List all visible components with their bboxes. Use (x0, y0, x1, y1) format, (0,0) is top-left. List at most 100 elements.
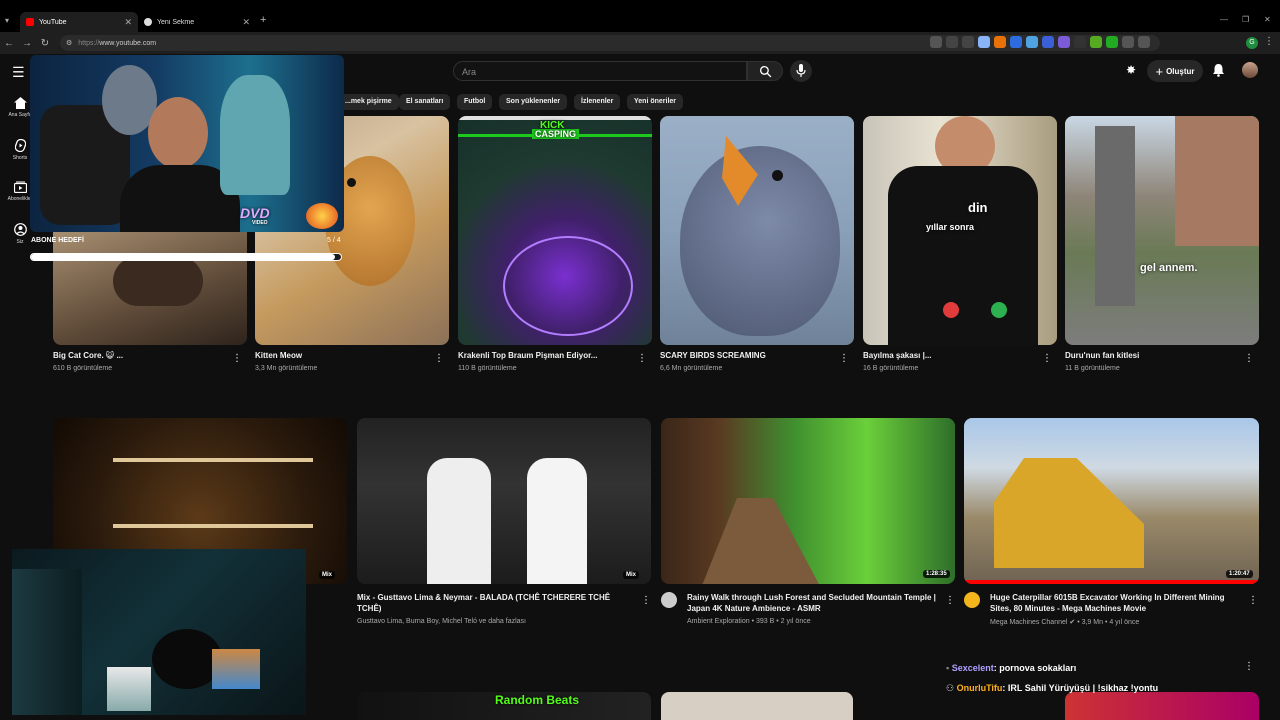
cat-face-shape (113, 256, 203, 306)
decline-call-icon (943, 302, 959, 318)
search-input[interactable]: Ara (453, 61, 747, 81)
more-options-icon[interactable]: ⋮ (945, 595, 955, 606)
extension-icon[interactable] (1042, 36, 1054, 48)
more-options-icon[interactable]: ⋮ (1244, 661, 1254, 672)
video-title[interactable]: Krakenli Top Braum Pişman Ediyor... (458, 350, 628, 361)
more-options-icon[interactable]: ⋮ (641, 595, 651, 606)
channel-avatar[interactable] (661, 592, 677, 608)
video-title[interactable]: Bayılma şakası |... (863, 350, 1033, 361)
video-thumbnail[interactable]: gel annem. (1065, 116, 1259, 345)
voice-search-button[interactable] (790, 60, 812, 82)
browser-profile-icon[interactable]: G (1246, 37, 1258, 49)
video-title[interactable]: Kitten Meow (255, 350, 425, 361)
channel-avatar[interactable] (964, 592, 980, 608)
extension-icon[interactable] (1010, 36, 1022, 48)
minimize-icon[interactable]: — (1220, 15, 1228, 24)
window-close-icon[interactable]: ✕ (1264, 15, 1271, 24)
video-thumbnail[interactable]: Random Beats (357, 692, 651, 720)
eye-icon[interactable] (962, 36, 974, 48)
hamburger-menu-icon[interactable]: ☰ (12, 64, 25, 81)
site-info-icon[interactable]: ⚙ (66, 39, 72, 47)
more-options-icon[interactable]: ⋮ (1042, 353, 1052, 364)
more-options-icon[interactable]: ⋮ (637, 353, 647, 364)
watch-progress-bar (964, 580, 1259, 584)
cast-icon[interactable] (946, 36, 958, 48)
close-tab-icon[interactable]: ✕ (242, 17, 250, 28)
notifications-bell-icon[interactable] (1212, 63, 1225, 82)
bookmark-star-icon[interactable] (978, 36, 990, 48)
excavator-shape (994, 458, 1144, 568)
cast-upload-icon[interactable]: ✸ (1126, 63, 1136, 77)
extension-icon[interactable] (1058, 36, 1070, 48)
streamer-face-shape (148, 97, 208, 169)
subscriber-goal-bar (30, 253, 342, 261)
create-button[interactable]: + Oluştur (1147, 60, 1203, 82)
extension-icon[interactable] (1106, 36, 1118, 48)
zoom-icon[interactable] (930, 36, 942, 48)
home-icon (13, 97, 27, 109)
duration-badge: 1:28:35 (923, 570, 950, 578)
extension-icon[interactable] (1026, 36, 1038, 48)
tab-search-icon[interactable]: ▾ (5, 16, 9, 25)
accept-call-icon (991, 302, 1007, 318)
more-options-icon[interactable]: ⋮ (232, 353, 242, 364)
video-thumbnail[interactable]: 1:28:35 (661, 418, 955, 584)
video-views: 16 B görüntüleme (863, 365, 919, 372)
chip-recently-uploaded[interactable]: Son yüklenenler (499, 94, 568, 110)
chip-new-to-you[interactable]: Yeni öneriler (627, 94, 684, 110)
explosion-icon (306, 203, 338, 229)
user-avatar[interactable] (1242, 62, 1258, 78)
mascot-shape (220, 75, 290, 195)
more-options-icon[interactable]: ⋮ (1248, 595, 1258, 606)
youtube-favicon-icon (26, 18, 34, 26)
close-tab-icon[interactable]: ✕ (124, 17, 132, 28)
chip-cooking[interactable]: ...mek pişirme (338, 94, 399, 110)
video-title[interactable]: Mix - Gusttavo Lima & Neymar - BALADA (T… (357, 592, 627, 614)
video-title[interactable]: Big Cat Core. 😺 ... (53, 350, 223, 361)
more-options-icon[interactable]: ⋮ (1244, 353, 1254, 364)
forward-arrow-icon[interactable]: → (18, 38, 36, 49)
singer-shape (527, 458, 587, 584)
extension-icon[interactable] (1074, 36, 1086, 48)
chrome-favicon-icon (144, 18, 152, 26)
video-views: 3,3 Mn görüntüleme (255, 365, 318, 372)
browser-menu-icon[interactable]: ⋮ (1264, 36, 1274, 47)
extension-icon[interactable] (1090, 36, 1102, 48)
new-tab-plus-icon[interactable]: + (260, 14, 266, 26)
video-thumbnail[interactable]: 1:20:47 (964, 418, 1259, 584)
tab-youtube[interactable]: YouTube ✕ (20, 12, 138, 32)
video-title[interactable]: Rainy Walk through Lush Forest and Seclu… (687, 592, 943, 614)
boardwalk-shape (701, 498, 821, 584)
video-views: 110 B görüntüleme (458, 365, 517, 372)
reload-icon[interactable]: ↻ (36, 38, 54, 49)
video-thumbnail[interactable]: KICK CASPING (458, 116, 652, 345)
streamer-name-text: CASPING (532, 129, 580, 139)
back-arrow-icon[interactable]: ← (0, 38, 18, 49)
chip-football[interactable]: Futbol (457, 94, 493, 110)
extension-icon[interactable] (994, 36, 1006, 48)
video-title[interactable]: Duru'nun fan kitlesi (1065, 350, 1235, 361)
chip-watched[interactable]: İzlenenler (574, 94, 621, 110)
video-thumbnail[interactable] (1065, 692, 1259, 720)
video-thumbnail[interactable]: Mix (357, 418, 651, 584)
video-thumbnail[interactable] (660, 116, 854, 345)
search-icon (759, 65, 772, 78)
search-button[interactable] (747, 61, 783, 81)
tab-new-tab[interactable]: Yeni Sekme ✕ (138, 12, 256, 32)
maximize-icon[interactable]: ❐ (1242, 15, 1249, 24)
video-title[interactable]: Huge Caterpillar 6015B Excavator Working… (990, 592, 1246, 614)
extension-icon[interactable] (1138, 36, 1150, 48)
more-options-icon[interactable]: ⋮ (839, 353, 849, 364)
chat-message: ▪ Sexcelent: pornova sokakları (946, 663, 1077, 673)
kitten-eye (347, 178, 356, 187)
video-channels: Gusttavo Lima, Burna Boy, Michel Teló ve… (357, 618, 526, 625)
monitor-shape (212, 649, 260, 689)
person-shape (1095, 126, 1135, 306)
more-options-icon[interactable]: ⋮ (434, 353, 444, 364)
video-thumbnail[interactable]: din yıllar sonra (863, 116, 1057, 345)
video-title[interactable]: SCARY BIRDS SCREAMING (660, 350, 830, 361)
chip-crafts[interactable]: El sanatları (399, 94, 451, 110)
video-thumbnail[interactable] (661, 692, 853, 720)
extension-icon[interactable] (1122, 36, 1134, 48)
video-views: 6,6 Mn görüntüleme (660, 365, 723, 372)
